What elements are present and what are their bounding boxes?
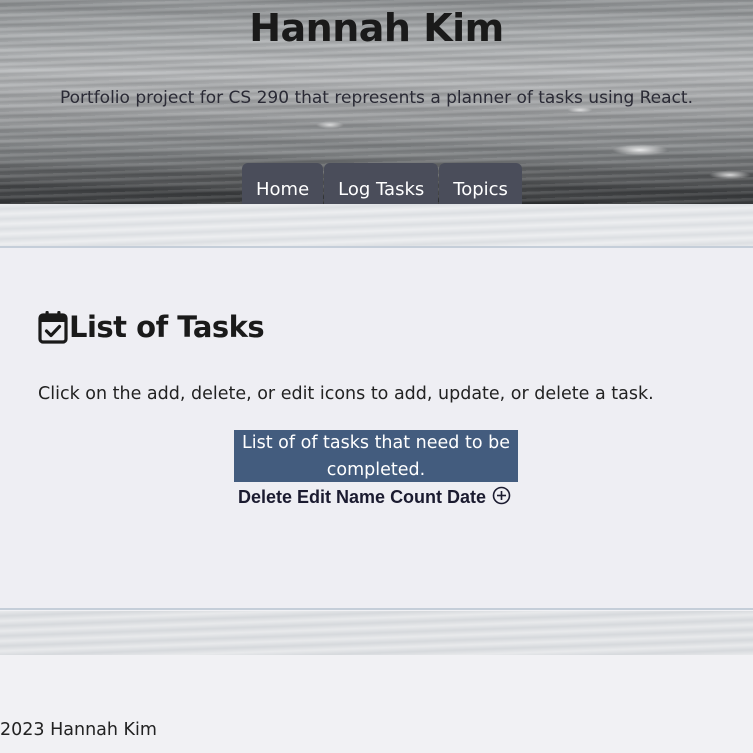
column-header-name: Name <box>336 487 386 507</box>
tasks-heading-text: List of Tasks <box>69 310 265 344</box>
main-content <box>0 246 753 610</box>
tasks-heading: List of Tasks <box>38 310 265 344</box>
column-header-count: Count <box>390 487 443 507</box>
background-band-bottom <box>0 611 753 655</box>
background-band-top <box>0 204 753 248</box>
site-subtitle: Portfolio project for CS 290 that repres… <box>60 88 693 108</box>
plus-circle-icon[interactable] <box>492 486 511 505</box>
site-header: Hannah Kim Portfolio project for CS 290 … <box>0 0 753 204</box>
footer-copyright: 2023 Hannah Kim <box>0 720 157 740</box>
nav-log-tasks-button[interactable]: Log Tasks <box>324 163 439 204</box>
main-nav: Home Log Tasks Topics <box>242 163 522 204</box>
instructions-text: Click on the add, delete, or edit icons … <box>38 384 654 404</box>
site-title: Hannah Kim <box>249 6 504 50</box>
table-header-row: Delete Edit Name Count Date <box>238 486 511 508</box>
nav-topics-button[interactable]: Topics <box>439 163 522 204</box>
column-header-delete: Delete <box>238 487 293 507</box>
page: Hannah Kim Portfolio project for CS 290 … <box>0 0 753 753</box>
table-caption: List of of tasks that need to be complet… <box>234 430 518 482</box>
nav-home-button[interactable]: Home <box>242 163 324 204</box>
column-header-edit: Edit <box>297 487 332 507</box>
calendar-check-icon <box>38 311 68 344</box>
column-header-date: Date <box>447 487 487 507</box>
